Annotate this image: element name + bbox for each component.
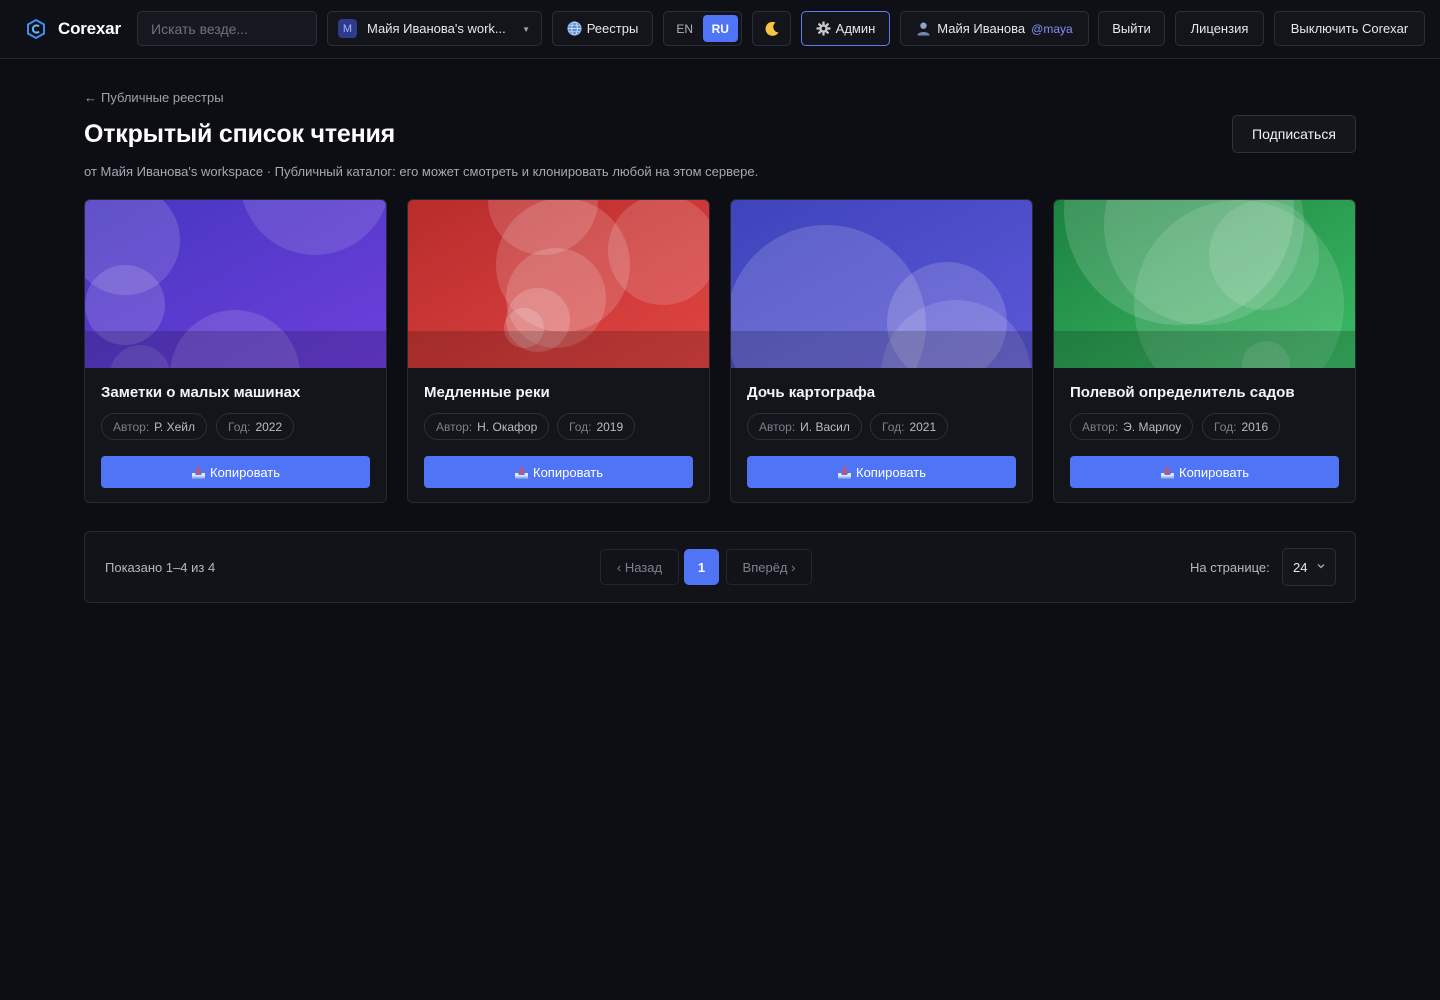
page-title: Открытый список чтения: [84, 120, 396, 148]
author-chip: Автор: Н. Окафор: [424, 413, 550, 440]
workspace-avatar: M: [338, 19, 357, 38]
user-handle: @maya: [1031, 21, 1073, 36]
prev-page-button[interactable]: ‹ Назад: [600, 549, 679, 585]
book-title: Заметки о малых машинах: [101, 384, 301, 401]
book-title: Полевой определитель садов: [1070, 384, 1295, 401]
chevron-down-icon: [1317, 564, 1325, 569]
author-key: Автор:: [1082, 419, 1119, 434]
per-page-label: На странице:: [1190, 560, 1270, 575]
book-card[interactable]: Медленные реки Автор: Н. Окафор Год: 201…: [407, 199, 710, 503]
lang-en-button[interactable]: EN: [667, 15, 703, 42]
book-cover-image: [408, 200, 709, 368]
search-input[interactable]: [151, 20, 311, 37]
year-key: Год:: [882, 419, 905, 434]
year-key: Год:: [1214, 419, 1237, 434]
author-key: Автор:: [113, 419, 150, 434]
global-search[interactable]: [137, 11, 317, 46]
year-chip: Год: 2016: [1202, 413, 1281, 440]
book-title: Дочь картографа: [747, 384, 876, 401]
disable-corexar-button[interactable]: Выключить Corexar: [1274, 11, 1425, 46]
arrow-left-icon: ←: [84, 90, 97, 105]
copy-label: Копировать: [210, 464, 280, 480]
year-chip: Год: 2022: [216, 413, 295, 440]
author-chip: Автор: И. Васил: [747, 413, 862, 440]
page-subtitle: от Майя Иванова's workspace · Публичный …: [84, 164, 759, 179]
top-bar: Corexar M Майя Иванова's work... ▼ Реест…: [0, 0, 1440, 59]
pagination-bar: Показано 1–4 из 4 ‹ Назад 1 Вперёд › На …: [84, 531, 1356, 603]
lang-ru-button[interactable]: RU: [702, 15, 738, 42]
admin-label: Админ: [835, 21, 876, 36]
year-value: 2016: [1241, 419, 1269, 434]
book-card[interactable]: Полевой определитель садов Автор: Э. Мар…: [1053, 199, 1356, 503]
author-value: Р. Хейл: [154, 419, 195, 434]
results-count: Показано 1–4 из 4: [105, 560, 216, 575]
book-card[interactable]: Дочь картографа Автор: И. Васил Год: 202…: [730, 199, 1033, 503]
book-title: Медленные реки: [424, 384, 550, 401]
workspace-switcher[interactable]: M Майя Иванова's work... ▼: [327, 11, 542, 46]
back-link[interactable]: ← Публичные реестры: [84, 90, 224, 105]
author-key: Автор:: [759, 419, 796, 434]
year-value: 2021: [909, 419, 937, 434]
copy-label: Копировать: [533, 464, 603, 480]
copy-label: Копировать: [1179, 464, 1249, 480]
book-cover-image: [85, 200, 386, 368]
author-value: Н. Окафор: [477, 419, 538, 434]
year-chip: Год: 2021: [870, 413, 949, 440]
per-page-select[interactable]: 24: [1282, 548, 1336, 586]
corexar-logo-icon: [27, 19, 45, 39]
theme-toggle[interactable]: [752, 11, 791, 46]
language-switcher: EN RU: [663, 11, 742, 46]
back-link-label: Публичные реестры: [101, 90, 224, 105]
year-key: Год:: [228, 419, 251, 434]
registries-label: Реестры: [586, 21, 639, 36]
year-key: Год:: [569, 419, 592, 434]
copy-button[interactable]: Копировать: [1070, 456, 1339, 488]
user-icon: [917, 22, 930, 36]
per-page-value: 24: [1293, 559, 1308, 575]
copy-label: Копировать: [856, 464, 926, 480]
brand-name: Corexar: [58, 19, 121, 38]
logout-button[interactable]: Выйти: [1098, 11, 1165, 46]
year-chip: Год: 2019: [557, 413, 636, 440]
inbox-tray-icon: [1161, 466, 1174, 478]
inbox-tray-icon: [515, 466, 528, 478]
license-button[interactable]: Лицензия: [1175, 11, 1264, 46]
user-menu[interactable]: Майя Иванова @maya: [900, 11, 1089, 46]
brand[interactable]: Corexar: [26, 17, 121, 41]
registries-button[interactable]: Реестры: [552, 11, 653, 46]
copy-button[interactable]: Копировать: [747, 456, 1016, 488]
workspace-label: Майя Иванова's work...: [367, 21, 506, 36]
book-cover-image: [731, 200, 1032, 368]
author-key: Автор:: [436, 419, 473, 434]
moon-icon: [765, 21, 778, 36]
year-value: 2019: [596, 419, 624, 434]
caret-down-icon: ▼: [522, 25, 530, 34]
next-page-button[interactable]: Вперёд ›: [726, 549, 812, 585]
inbox-tray-icon: [192, 466, 205, 478]
gear-icon: [816, 21, 831, 36]
author-value: И. Васил: [800, 419, 850, 434]
year-value: 2022: [255, 419, 283, 434]
user-name: Майя Иванова: [937, 21, 1026, 36]
copy-button[interactable]: Копировать: [424, 456, 693, 488]
inbox-tray-icon: [838, 466, 851, 478]
subscribe-button[interactable]: Подписаться: [1232, 115, 1356, 153]
book-cover-image: [1054, 200, 1355, 368]
copy-button[interactable]: Копировать: [101, 456, 370, 488]
author-value: Э. Марлоу: [1123, 419, 1182, 434]
author-chip: Автор: Р. Хейл: [101, 413, 207, 440]
page-button-current[interactable]: 1: [684, 549, 719, 585]
admin-button[interactable]: Админ: [801, 11, 890, 46]
book-card[interactable]: Заметки о малых машинах Автор: Р. Хейл Г…: [84, 199, 387, 503]
globe-icon: [567, 21, 582, 36]
author-chip: Автор: Э. Марлоу: [1070, 413, 1194, 440]
